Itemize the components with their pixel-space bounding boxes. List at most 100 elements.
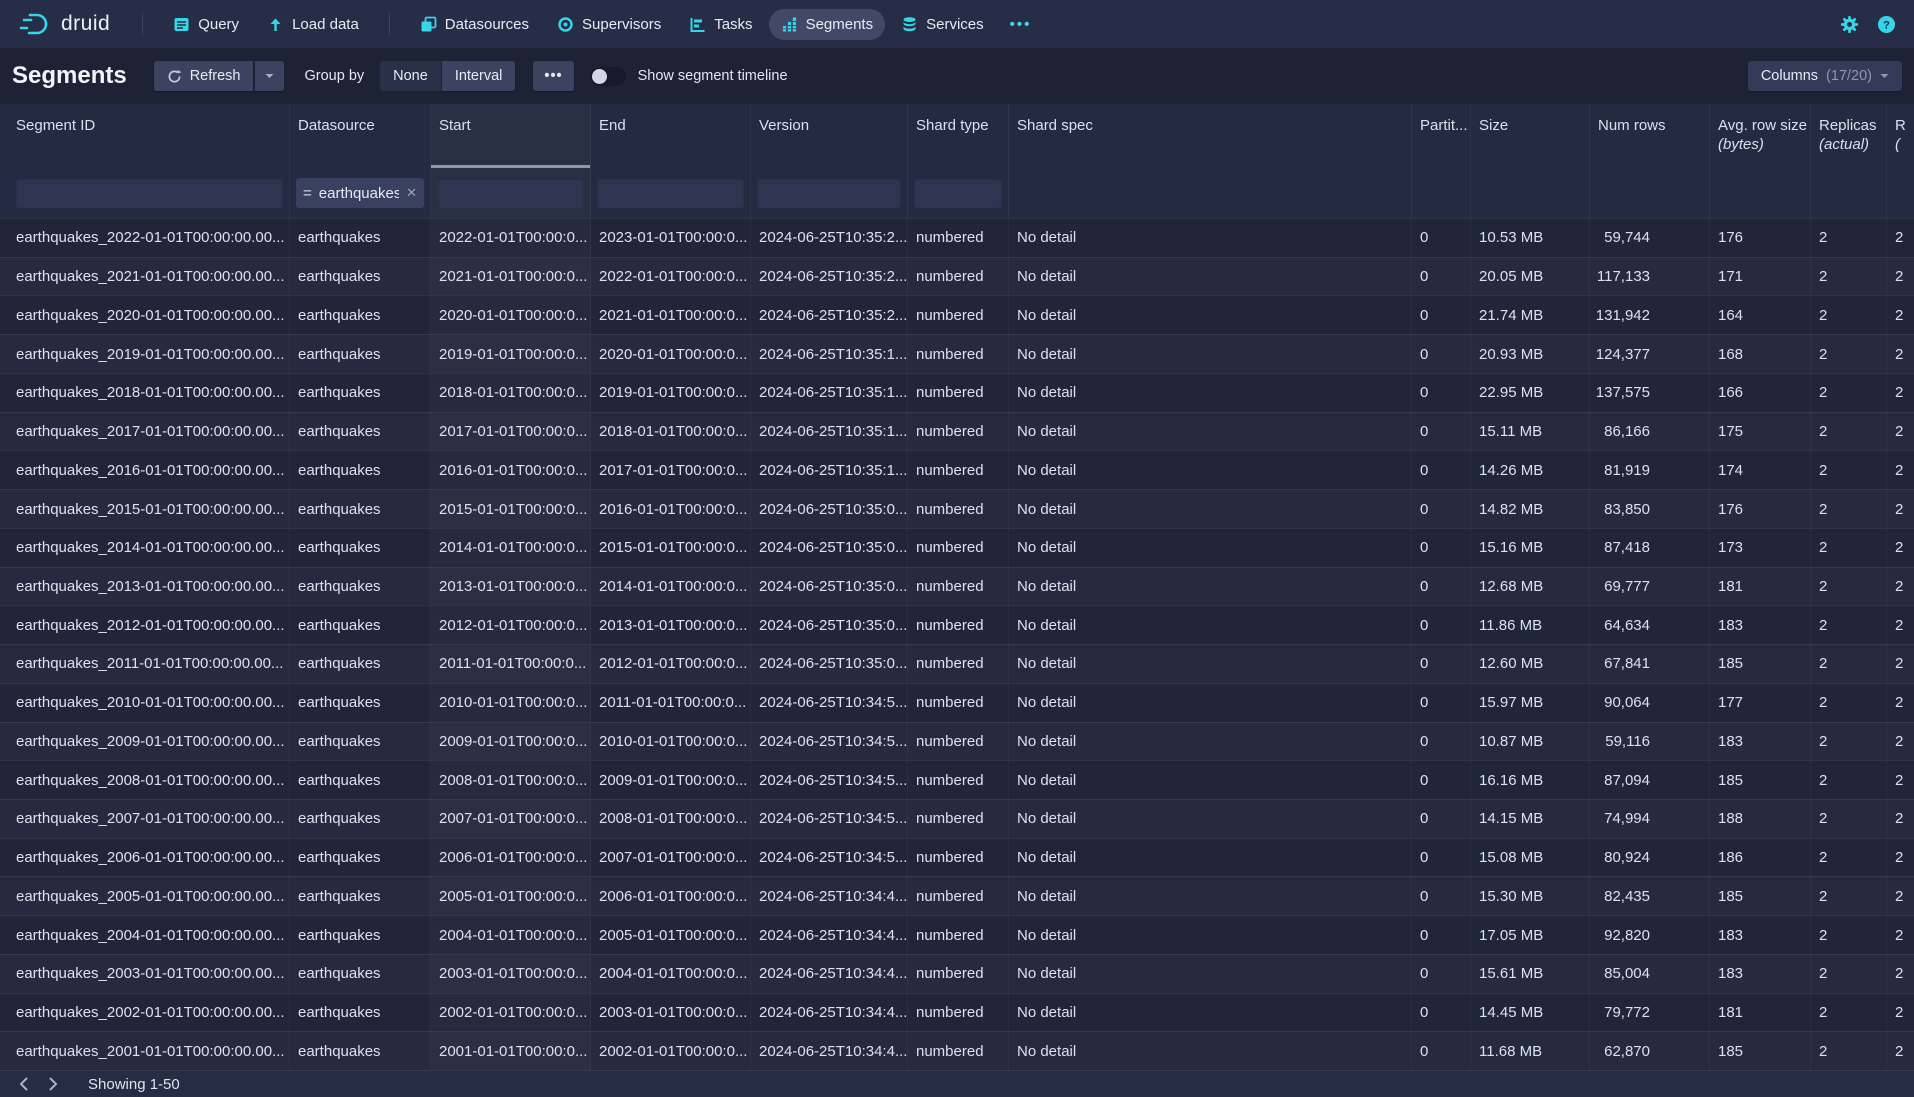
table-row[interactable]: earthquakes_2020-01-01T00:00:00.00...ear… — [0, 295, 1914, 334]
table-row[interactable]: earthquakes_2012-01-01T00:00:00.00...ear… — [0, 605, 1914, 644]
nav-item-query[interactable]: Query — [161, 9, 251, 40]
previous-page-button[interactable] — [8, 1072, 38, 1096]
group-by-label: Group by — [304, 68, 364, 84]
cell-shard_spec: No detail — [1009, 955, 1412, 993]
segment-timeline-toggle[interactable] — [590, 67, 626, 86]
table-row[interactable]: earthquakes_2006-01-01T00:00:00.00...ear… — [0, 838, 1914, 877]
remove-filter-icon[interactable]: ✕ — [406, 185, 417, 201]
cell-start: 2008-01-01T00:00:0... — [431, 761, 591, 799]
cell-start: 2016-01-01T00:00:0... — [431, 451, 591, 489]
settings-gear-icon[interactable] — [1840, 15, 1859, 34]
cell-shard_type: numbered — [908, 916, 1009, 954]
table-row[interactable]: earthquakes_2005-01-01T00:00:00.00...ear… — [0, 876, 1914, 915]
cell-start: 2012-01-01T00:00:0... — [431, 606, 591, 644]
column-label: Segment ID — [16, 117, 95, 134]
table-row[interactable]: earthquakes_2013-01-01T00:00:00.00...ear… — [0, 567, 1914, 606]
table-row[interactable]: earthquakes_2011-01-01T00:00:00.00...ear… — [0, 644, 1914, 683]
column-header-replication[interactable]: R( — [1887, 104, 1914, 168]
filter-input-version[interactable] — [757, 178, 901, 208]
nav-item-datasources[interactable]: Datasources — [408, 9, 541, 40]
druid-logo[interactable]: druid — [18, 8, 110, 40]
cell-size: 12.60 MB — [1471, 645, 1590, 683]
cell-datasource: earthquakes — [290, 296, 431, 334]
toggle-knob — [592, 69, 607, 84]
cell-avg_row_size: 181 — [1710, 568, 1811, 606]
column-header-datasource[interactable]: Datasource — [290, 104, 431, 168]
nav-item-supervisors[interactable]: Supervisors — [545, 9, 673, 40]
filter-cell-start — [431, 168, 591, 218]
cell-size: 11.86 MB — [1471, 606, 1590, 644]
nav-divider — [389, 13, 390, 35]
cell-replicas: 2 — [1811, 1032, 1887, 1070]
group-by-none-button[interactable]: None — [380, 61, 441, 91]
cell-datasource: earthquakes — [290, 994, 431, 1032]
cell-replication: 2 — [1887, 258, 1914, 296]
nav-item-tasks[interactable]: Tasks — [677, 9, 764, 40]
nav-item-load-data[interactable]: Load data — [255, 9, 371, 40]
filter-input-segment_id[interactable] — [16, 178, 283, 208]
table-row[interactable]: earthquakes_2018-01-01T00:00:00.00...ear… — [0, 373, 1914, 412]
cell-start: 2015-01-01T00:00:0... — [431, 490, 591, 528]
table-row[interactable]: earthquakes_2016-01-01T00:00:00.00...ear… — [0, 450, 1914, 489]
cell-num_rows: 131,942 — [1590, 296, 1710, 334]
cell-start: 2004-01-01T00:00:0... — [431, 916, 591, 954]
table-row[interactable]: earthquakes_2002-01-01T00:00:00.00...ear… — [0, 993, 1914, 1032]
cell-version: 2024-06-25T10:34:4... — [751, 877, 908, 915]
cell-replicas: 2 — [1811, 955, 1887, 993]
column-header-size[interactable]: Size — [1471, 104, 1590, 168]
column-header-shard_type[interactable]: Shard type — [908, 104, 1009, 168]
cell-replication: 2 — [1887, 723, 1914, 761]
table-row[interactable]: earthquakes_2004-01-01T00:00:00.00...ear… — [0, 915, 1914, 954]
cell-size: 15.08 MB — [1471, 839, 1590, 877]
cell-segment_id: earthquakes_2006-01-01T00:00:00.00... — [0, 839, 290, 877]
table-row[interactable]: earthquakes_2019-01-01T00:00:00.00...ear… — [0, 334, 1914, 373]
column-header-shard_spec[interactable]: Shard spec — [1009, 104, 1412, 168]
column-header-end[interactable]: End — [591, 104, 751, 168]
columns-button[interactable]: Columns (17/20) — [1748, 61, 1902, 91]
filter-input-shard_type[interactable] — [914, 178, 1002, 208]
column-header-replicas[interactable]: Replicas(actual) — [1811, 104, 1887, 168]
table-row[interactable]: earthquakes_2022-01-01T00:00:00.00...ear… — [0, 218, 1914, 257]
table-row[interactable]: earthquakes_2007-01-01T00:00:00.00...ear… — [0, 799, 1914, 838]
column-header-start[interactable]: Start — [431, 104, 591, 168]
filter-input-start[interactable] — [437, 178, 584, 208]
nav-more-button[interactable]: ••• — [1000, 9, 1042, 40]
cell-version: 2024-06-25T10:34:4... — [751, 916, 908, 954]
cell-segment_id: earthquakes_2016-01-01T00:00:00.00... — [0, 451, 290, 489]
refresh-button[interactable]: Refresh — [154, 61, 254, 91]
cell-shard_spec: No detail — [1009, 258, 1412, 296]
column-header-num_rows[interactable]: Num rows — [1590, 104, 1710, 168]
cell-replicas: 2 — [1811, 723, 1887, 761]
column-header-version[interactable]: Version — [751, 104, 908, 168]
table-row[interactable]: earthquakes_2021-01-01T00:00:00.00...ear… — [0, 257, 1914, 296]
nav-item-services[interactable]: Services — [889, 9, 996, 40]
cell-datasource: earthquakes — [290, 490, 431, 528]
table-row[interactable]: earthquakes_2009-01-01T00:00:00.00...ear… — [0, 722, 1914, 761]
cell-avg_row_size: 171 — [1710, 258, 1811, 296]
filter-input-end[interactable] — [597, 178, 744, 208]
table-row[interactable]: earthquakes_2001-01-01T00:00:00.00...ear… — [0, 1031, 1914, 1070]
table-row[interactable]: earthquakes_2014-01-01T00:00:00.00...ear… — [0, 528, 1914, 567]
segments-toolbar: Segments Refresh Group by None Interval … — [0, 48, 1914, 104]
cell-avg_row_size: 164 — [1710, 296, 1811, 334]
toolbar-more-button[interactable]: ••• — [533, 61, 573, 91]
column-header-partition[interactable]: Partit... — [1412, 104, 1471, 168]
table-row[interactable]: earthquakes_2010-01-01T00:00:00.00...ear… — [0, 683, 1914, 722]
datasource-filter-chip[interactable]: =earthquakes✕ — [296, 178, 424, 208]
help-icon[interactable]: ? — [1877, 15, 1896, 34]
refresh-options-caret[interactable] — [255, 61, 284, 91]
next-page-button[interactable] — [38, 1072, 68, 1096]
supervisors-icon — [557, 16, 574, 33]
cell-partition: 0 — [1412, 761, 1471, 799]
group-by-interval-button[interactable]: Interval — [442, 61, 516, 91]
cell-avg_row_size: 177 — [1710, 684, 1811, 722]
cell-replication: 2 — [1887, 955, 1914, 993]
table-row[interactable]: earthquakes_2015-01-01T00:00:00.00...ear… — [0, 489, 1914, 528]
table-row[interactable]: earthquakes_2003-01-01T00:00:00.00...ear… — [0, 954, 1914, 993]
cell-partition: 0 — [1412, 994, 1471, 1032]
table-row[interactable]: earthquakes_2008-01-01T00:00:00.00...ear… — [0, 760, 1914, 799]
nav-item-segments[interactable]: Segments — [769, 9, 886, 40]
column-header-segment_id[interactable]: Segment ID — [0, 104, 290, 168]
column-header-avg_row_size[interactable]: Avg. row size(bytes) — [1710, 104, 1811, 168]
table-row[interactable]: earthquakes_2017-01-01T00:00:00.00...ear… — [0, 412, 1914, 451]
